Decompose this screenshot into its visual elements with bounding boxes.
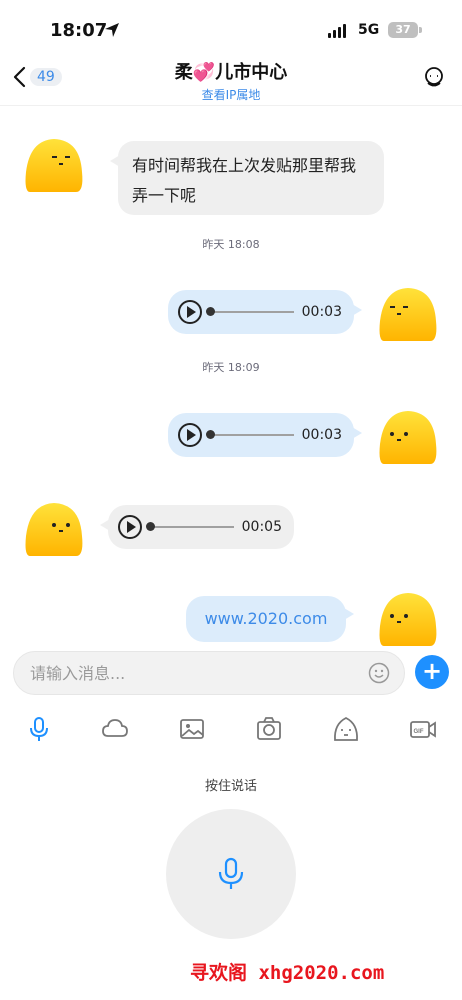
gif-tab[interactable]: GIF xyxy=(408,714,438,744)
voice-duration: 00:05 xyxy=(241,519,282,535)
svg-text:GIF: GIF xyxy=(414,729,424,735)
image-tab[interactable] xyxy=(177,714,207,744)
plus-icon: + xyxy=(421,657,443,685)
back-button[interactable]: 49 xyxy=(12,66,62,88)
message-input[interactable] xyxy=(14,652,344,694)
emoji-icon[interactable] xyxy=(368,662,390,684)
gif-icon: GIF xyxy=(410,721,436,738)
chat-title-prefix: 柔 xyxy=(174,62,193,83)
location-arrow-icon xyxy=(105,23,119,37)
input-toolbar: GIF xyxy=(0,714,462,744)
message-input-container xyxy=(13,651,405,695)
message-bubble-link[interactable]: www.2020.com xyxy=(186,596,354,642)
mic-icon xyxy=(30,717,48,741)
chat-title: 柔💞儿市中心 xyxy=(0,58,462,84)
avatar-other[interactable] xyxy=(24,136,84,194)
message-timestamp: 昨天 18:08 xyxy=(202,238,260,251)
voice-message[interactable]: 00:05 xyxy=(100,505,294,549)
camera-tab[interactable] xyxy=(254,714,284,744)
play-icon[interactable] xyxy=(118,515,142,539)
chat-title-suffix: 儿市中心 xyxy=(215,62,288,83)
voice-duration: 00:03 xyxy=(301,427,342,443)
image-icon xyxy=(180,719,204,739)
voice-tab[interactable] xyxy=(24,714,54,744)
add-button[interactable]: + xyxy=(415,655,449,689)
voice-duration: 00:03 xyxy=(301,304,342,320)
avatar-self[interactable] xyxy=(378,590,438,648)
hold-to-talk-button[interactable] xyxy=(166,809,296,939)
unread-badge: 49 xyxy=(30,68,62,86)
avatar-self[interactable] xyxy=(378,408,438,466)
status-time: 18:07 xyxy=(50,20,108,41)
mic-icon xyxy=(218,857,244,889)
voice-progress-track xyxy=(206,307,294,316)
hold-to-talk-hint: 按住说话 xyxy=(204,779,257,794)
camera-icon xyxy=(257,717,281,740)
chevron-left-icon xyxy=(13,66,26,88)
view-ip-location-link[interactable]: 查看IP属地 xyxy=(0,86,462,103)
avatar-self[interactable] xyxy=(378,285,438,343)
play-icon[interactable] xyxy=(178,300,202,324)
voice-progress-track xyxy=(206,430,294,439)
avatar-other[interactable] xyxy=(24,500,84,558)
watermark: 寻欢阁 xhg2020.com xyxy=(190,962,385,984)
play-icon[interactable] xyxy=(178,423,202,447)
voice-message[interactable]: 00:03 xyxy=(168,290,362,334)
message-timestamp: 昨天 18:09 xyxy=(202,361,260,374)
sticker-tab[interactable] xyxy=(331,714,361,744)
battery-icon: 37 xyxy=(388,22,422,38)
voice-progress-track xyxy=(146,522,234,531)
voice-message[interactable]: 00:03 xyxy=(168,413,362,457)
heart-emoji-icon: 💞 xyxy=(192,62,216,83)
status-bar: 18:07 5G 37 xyxy=(0,0,462,58)
signal-icon xyxy=(328,24,346,38)
cloud-icon xyxy=(102,719,128,737)
emoji-icon xyxy=(334,716,358,741)
profile-icon[interactable] xyxy=(422,66,446,90)
network-type: 5G xyxy=(358,22,380,38)
message-bubble-text[interactable]: 有时间帮我在上次发贴那里帮我弄一下呢 xyxy=(110,141,384,215)
chat-header: 柔💞儿市中心 查看IP属地 49 xyxy=(0,58,462,106)
cloud-tab[interactable] xyxy=(100,714,130,744)
